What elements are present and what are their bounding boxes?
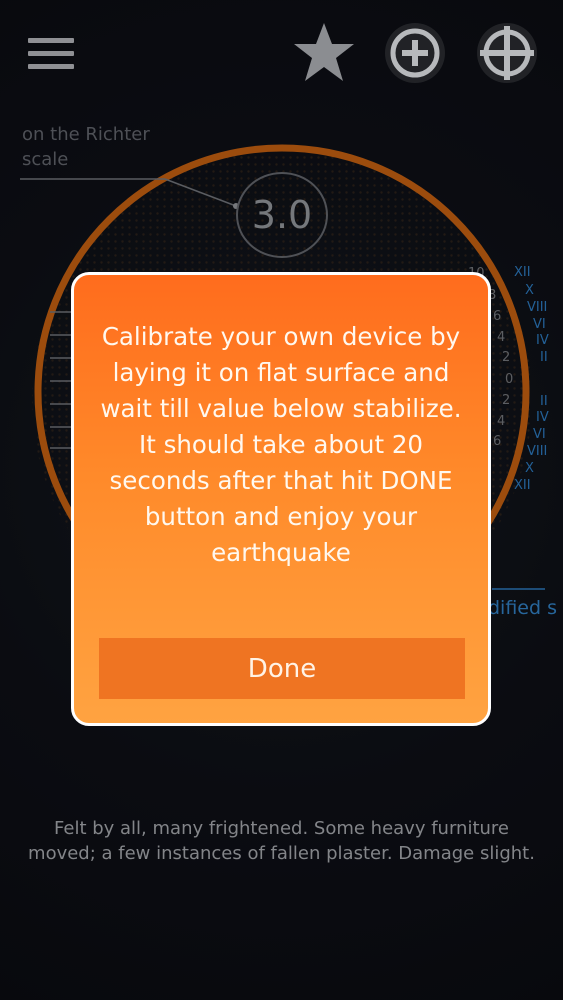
app-screen: on the Richter scale dified scale 3.0 10…: [0, 0, 563, 1000]
done-button[interactable]: Done: [99, 638, 465, 699]
calibration-dialog: Calibrate your own device by laying it o…: [71, 272, 491, 726]
calibration-message: Calibrate your own device by laying it o…: [100, 322, 462, 567]
